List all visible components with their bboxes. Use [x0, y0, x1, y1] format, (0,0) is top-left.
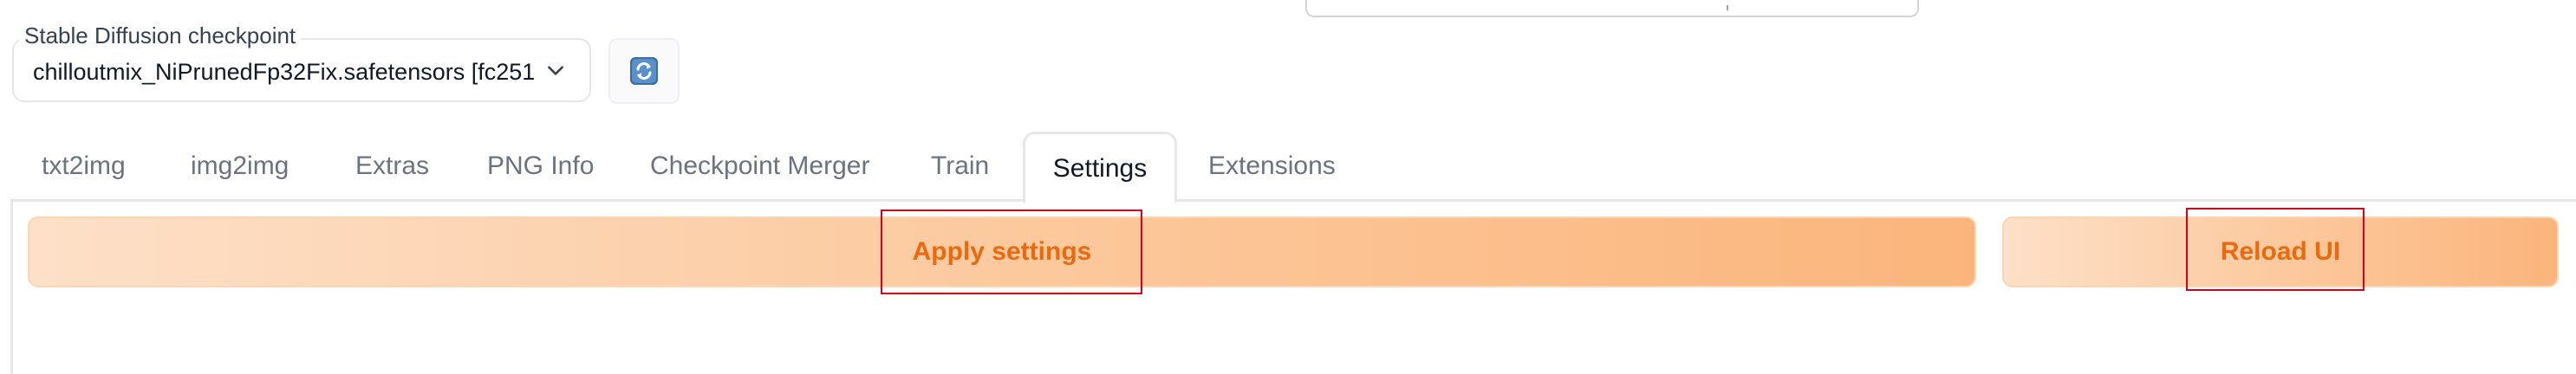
tab-train[interactable]: Train — [931, 132, 989, 201]
popup-divider — [1727, 5, 1728, 10]
tab-txt2img[interactable]: txt2img — [42, 132, 126, 201]
tab-checkpoint-merger[interactable]: Checkpoint Merger — [650, 132, 869, 201]
refresh-icon — [630, 57, 658, 85]
tab-img2img[interactable]: img2img — [191, 132, 289, 201]
tab-png-info[interactable]: PNG Info — [487, 132, 594, 201]
tab-settings[interactable]: Settings — [1023, 132, 1177, 203]
dropdown-popup-edge — [1305, 0, 1919, 17]
reload-ui-label: Reload UI — [2220, 237, 2341, 266]
checkpoint-value: chilloutmix_NiPrunedFp32Fix.safetensors … — [33, 59, 536, 85]
tab-extras[interactable]: Extras — [355, 132, 429, 201]
checkpoint-label: Stable Diffusion checkpoint — [19, 21, 302, 50]
reload-ui-button[interactable]: Reload UI — [2002, 216, 2559, 287]
refresh-checkpoint-button[interactable] — [608, 38, 680, 104]
apply-settings-button[interactable]: Apply settings — [28, 216, 1976, 287]
tab-bar: txt2img img2img Extras PNG Info Checkpoi… — [0, 132, 2576, 203]
chevron-down-icon — [548, 66, 563, 75]
tab-extensions[interactable]: Extensions — [1208, 132, 1336, 201]
apply-settings-label: Apply settings — [912, 237, 1092, 266]
